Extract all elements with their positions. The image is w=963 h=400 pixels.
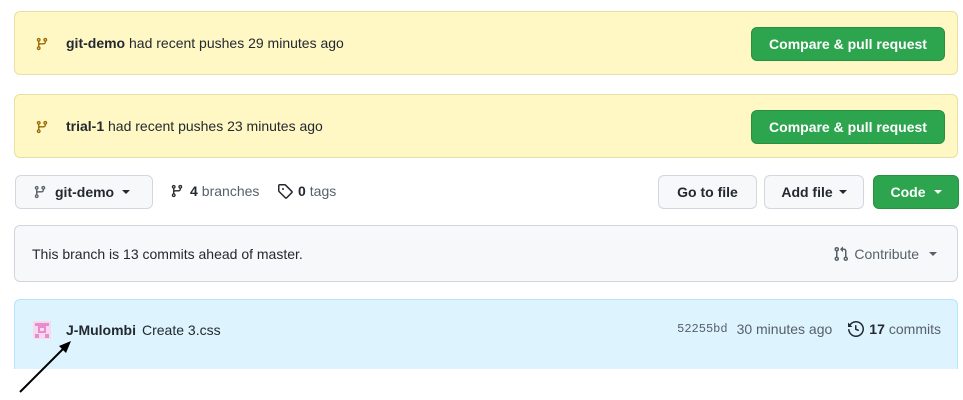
latest-commit-bar: J-Mulombi Create 3.css 52255bd 30 minute… [14, 299, 958, 369]
branches-count: 4 [190, 183, 198, 199]
commits-count: 17 [869, 321, 885, 337]
push-notice-text: trial-1 had recent pushes 23 minutes ago [66, 118, 323, 134]
tag-icon [278, 184, 293, 199]
branches-link[interactable]: 4 branches [170, 183, 259, 199]
git-branch-icon [171, 184, 183, 198]
add-file-label: Add file [781, 184, 833, 200]
tags-label: tags [309, 183, 337, 199]
branch-ahead-text: This branch is 13 commits ahead of maste… [32, 246, 303, 262]
pull-request-icon [834, 246, 849, 262]
commits-label: commits [888, 321, 941, 337]
annotation-arrow [19, 341, 71, 393]
contribute-label: Contribute [854, 246, 919, 262]
history-icon [848, 321, 865, 337]
go-to-file-button[interactable]: Go to file [658, 175, 757, 209]
commits-history-link[interactable]: 17 commits [848, 321, 941, 337]
recent-push-banner: trial-1 had recent pushes 23 minutes ago… [14, 94, 958, 158]
compare-pull-request-button[interactable]: Compare & pull request [751, 110, 945, 144]
push-notice-message: had recent pushes 23 minutes ago [108, 118, 323, 134]
tags-count: 0 [298, 183, 306, 199]
branch-select-button[interactable]: git-demo [15, 175, 153, 209]
push-notice-text: git-demo had recent pushes 29 minutes ag… [66, 35, 344, 51]
git-branch-icon [36, 120, 48, 134]
chevron-down-icon [933, 190, 942, 194]
commit-meta: 52255bd 30 minutes ago 17 commits [677, 321, 941, 337]
commit-message-link[interactable]: Create 3.css [142, 322, 221, 338]
branches-label: branches [201, 183, 260, 199]
code-button[interactable]: Code [873, 175, 959, 209]
branch-link[interactable]: trial-1 [66, 118, 104, 134]
chevron-down-icon [929, 252, 937, 256]
add-file-button[interactable]: Add file [764, 175, 864, 209]
avatar[interactable] [32, 320, 52, 340]
git-branch-icon [36, 37, 48, 51]
branch-select-label: git-demo [55, 184, 115, 200]
chevron-down-icon [122, 190, 131, 194]
compare-pull-request-button[interactable]: Compare & pull request [751, 27, 945, 61]
commit-author-link[interactable]: J-Mulombi [66, 322, 136, 338]
commit-sha-link[interactable]: 52255bd [677, 322, 727, 336]
commit-time: 30 minutes ago [736, 321, 833, 337]
chevron-down-icon [838, 190, 847, 194]
branch-link[interactable]: git-demo [66, 35, 125, 51]
contribute-dropdown[interactable]: Contribute [833, 246, 937, 262]
git-branch-icon [34, 185, 46, 199]
tags-link[interactable]: 0 tags [277, 183, 336, 199]
branch-ahead-info: This branch is 13 commits ahead of maste… [14, 225, 958, 282]
recent-push-banner: git-demo had recent pushes 29 minutes ag… [14, 11, 958, 75]
code-label: Code [890, 184, 926, 200]
push-notice-message: had recent pushes 29 minutes ago [129, 35, 344, 51]
